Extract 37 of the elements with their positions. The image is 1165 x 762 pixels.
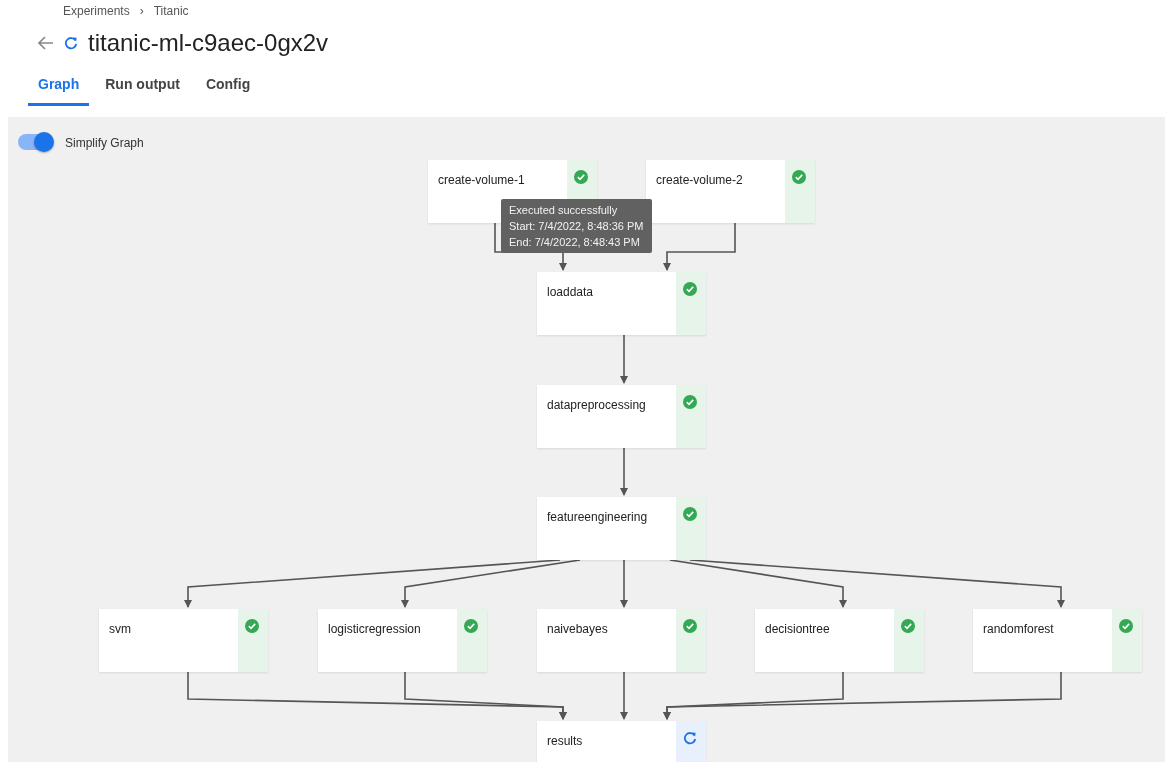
run-title: titanic-ml-c9aec-0gx2v [88,28,329,58]
graph-node[interactable]: loaddata [537,272,706,335]
toggle-switch[interactable] [18,134,52,150]
check-icon [574,170,588,184]
refresh-icon [64,36,78,50]
graph-node[interactable]: naivebayes [537,609,706,672]
edge-arrow [620,447,628,496]
graph-node[interactable]: results [537,721,706,762]
check-icon [683,395,697,409]
check-icon [683,507,697,521]
tooltip-line: End: 7/4/2022, 8:48:43 PM [509,235,641,250]
check-icon [464,619,478,633]
back-arrow-icon[interactable] [38,36,54,50]
edge-arrow [620,559,628,608]
breadcrumb-link[interactable]: Titanic [153,2,189,20]
check-icon [683,282,697,296]
graph-node[interactable]: logisticregression [318,609,487,672]
graph-node[interactable]: decisiontree [755,609,924,672]
check-icon [901,619,915,633]
graph-node[interactable]: randomforest [973,609,1142,672]
check-icon [245,619,259,633]
graph-node[interactable]: svm [99,609,268,672]
breadcrumb-separator: › [139,3,144,20]
tab[interactable]: Graph [28,70,90,106]
edge-arrow [620,671,628,720]
refresh-icon [683,731,697,745]
edge-arrow [620,334,628,384]
tab[interactable]: Config [195,70,261,106]
check-icon [1119,619,1133,633]
check-icon [683,619,697,633]
check-icon [792,170,806,184]
toggle-label: Simplify Graph [65,135,144,152]
breadcrumb-link[interactable]: Experiments [63,2,130,20]
graph-node[interactable]: create-volume-2 [646,160,815,223]
graph-node[interactable]: featureengineering [537,497,706,560]
graph-node[interactable]: datapreprocessing [537,385,706,448]
tab[interactable]: Run output [95,70,190,106]
